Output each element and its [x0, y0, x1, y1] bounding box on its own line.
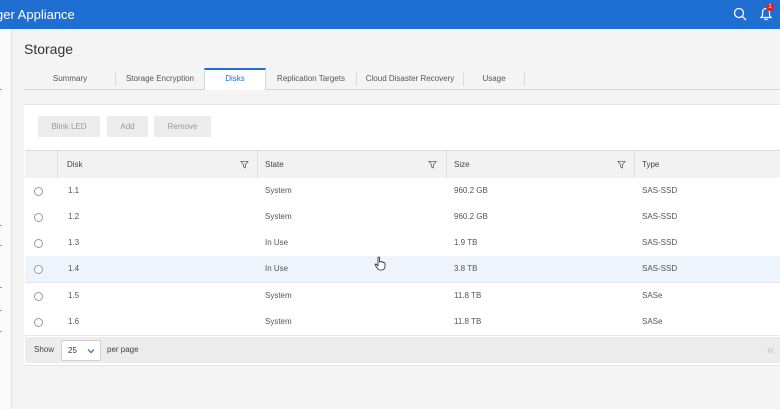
- nav-marker[interactable]: [0, 245, 2, 246]
- cell-state: System: [265, 186, 292, 195]
- notification-badge: 1: [766, 3, 774, 11]
- cell-disk: 1.2: [68, 212, 80, 221]
- column-header-size[interactable]: Size: [454, 151, 470, 178]
- tab-divider: [524, 72, 525, 86]
- table-row[interactable]: 1.4 In Use 3.8 TB SAS-SSD: [25, 256, 780, 283]
- per-page-label: per page: [107, 345, 139, 354]
- cell-size: 960.2 GB: [454, 212, 488, 221]
- filter-icon[interactable]: [617, 160, 626, 169]
- column-divider: [57, 151, 58, 178]
- table-header: Disk State Size Type: [25, 150, 780, 179]
- cell-size: 11.8 TB: [454, 317, 482, 326]
- search-icon[interactable]: [732, 6, 748, 22]
- first-page-icon[interactable]: [766, 346, 775, 355]
- nav-marker[interactable]: [0, 287, 2, 288]
- nav-marker[interactable]: [0, 310, 2, 311]
- cell-state: System: [265, 317, 292, 326]
- app-title: ger Appliance: [0, 7, 75, 22]
- cell-state: System: [265, 212, 292, 221]
- column-header-type[interactable]: Type: [642, 151, 659, 178]
- row-select-radio[interactable]: [34, 292, 43, 301]
- cell-type: SAS-SSD: [642, 264, 678, 273]
- cell-disk: 1.5: [68, 291, 80, 300]
- cell-size: 3.8 TB: [454, 264, 478, 273]
- page-size-select[interactable]: 25: [61, 340, 101, 361]
- cell-size: 11.8 TB: [454, 291, 482, 300]
- show-label: Show: [34, 345, 55, 354]
- filter-icon[interactable]: [240, 160, 249, 169]
- nav-marker[interactable]: [0, 225, 2, 226]
- row-select-radio[interactable]: [34, 265, 43, 274]
- cell-disk: 1.1: [68, 186, 80, 195]
- tab-disks[interactable]: Disks: [204, 68, 266, 90]
- cell-disk: 1.3: [68, 238, 80, 247]
- table-row[interactable]: 1.2 System 960.2 GB SAS-SSD: [25, 204, 780, 231]
- row-select-radio[interactable]: [34, 213, 43, 222]
- cell-type: SASe: [642, 317, 663, 326]
- column-divider: [634, 151, 635, 178]
- left-nav: [0, 29, 12, 409]
- tab-bar: Summary Storage Encryption Disks Replica…: [24, 68, 780, 90]
- nav-marker[interactable]: [0, 89, 2, 90]
- tab-storage-encryption[interactable]: Storage Encryption: [116, 69, 204, 89]
- chevron-down-icon: [87, 349, 95, 354]
- cell-type: SAS-SSD: [642, 186, 678, 195]
- remove-button[interactable]: Remove: [154, 116, 211, 137]
- cell-type: SAS-SSD: [642, 212, 678, 221]
- column-header-state[interactable]: State: [265, 151, 284, 178]
- cell-disk: 1.4: [68, 264, 80, 273]
- cell-type: SAS-SSD: [642, 238, 678, 247]
- cell-type: SASe: [642, 291, 663, 300]
- tab-summary[interactable]: Summary: [24, 69, 116, 89]
- cell-state: In Use: [265, 238, 289, 247]
- page-title: Storage: [24, 41, 74, 57]
- column-divider: [446, 151, 447, 178]
- add-button[interactable]: Add: [107, 116, 148, 137]
- tab-usage[interactable]: Usage: [464, 69, 524, 89]
- hand-cursor-icon: [374, 256, 386, 271]
- cell-size: 960.2 GB: [454, 186, 488, 195]
- filter-icon[interactable]: [428, 160, 437, 169]
- column-divider: [257, 151, 258, 178]
- tab-cloud-disaster-recovery[interactable]: Cloud Disaster Recovery: [357, 69, 463, 89]
- top-bar: ger Appliance 1: [0, 0, 780, 29]
- row-select-radio[interactable]: [34, 318, 43, 327]
- cell-disk: 1.6: [68, 317, 80, 326]
- row-select-radio[interactable]: [34, 187, 43, 196]
- cell-size: 1.9 TB: [454, 238, 478, 247]
- page-size-value: 25: [68, 346, 77, 355]
- table-row[interactable]: 1.1 System 960.2 GB SAS-SSD: [25, 178, 780, 205]
- tab-replication-targets[interactable]: Replication Targets: [266, 69, 356, 89]
- table-footer: Show 25 per page: [25, 337, 780, 363]
- column-header-disk[interactable]: Disk: [67, 151, 83, 178]
- table-row[interactable]: 1.3 In Use 1.9 TB SAS-SSD: [25, 230, 780, 257]
- cell-state: System: [265, 291, 292, 300]
- row-select-radio[interactable]: [34, 239, 43, 248]
- nav-marker[interactable]: [0, 331, 2, 332]
- table-row[interactable]: 1.5 System 11.8 TB SASe: [25, 283, 780, 310]
- blink-led-button[interactable]: Blink LED: [38, 116, 100, 137]
- cell-state: In Use: [265, 264, 289, 273]
- table-row[interactable]: 1.6 System 11.8 TB SASe: [25, 309, 780, 336]
